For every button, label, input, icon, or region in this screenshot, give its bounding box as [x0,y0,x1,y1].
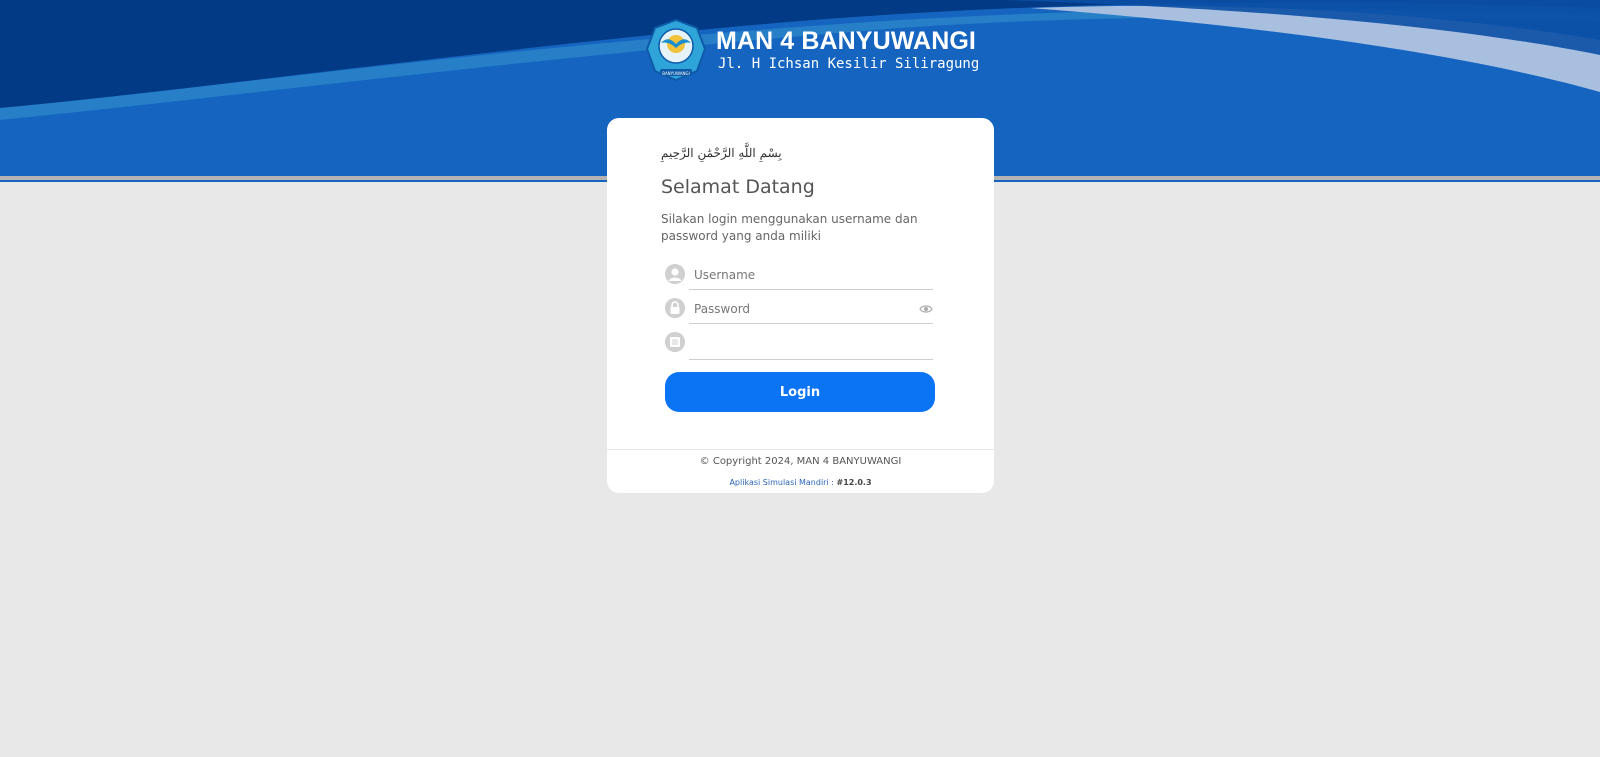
brand-header: BANYUWANGI MAN 4 BANYUWANGI Jl. H Ichsan… [646,18,979,82]
welcome-title: Selamat Datang [661,176,815,198]
login-card: بِسْمِ اللَّهِ الرَّحْمَٰنِ الرَّحِيمِ S… [607,118,994,493]
user-icon [665,264,685,284]
lock-icon [665,298,685,318]
login-button[interactable]: Login [665,372,935,412]
logo-text: BANYUWANGI [662,71,690,76]
list-icon [665,332,685,352]
school-logo: BANYUWANGI [646,19,706,81]
app-label: Aplikasi Simulasi Mandiri : [729,478,834,487]
extra-field [665,328,935,360]
school-address: Jl. H Ichsan Kesilir Siliragung [718,55,980,72]
version-number: #12.0.3 [836,478,872,487]
username-input[interactable] [689,260,933,290]
copyright-text: © Copyright 2024, MAN 4 BANYUWANGI [699,456,902,467]
extra-input[interactable] [689,328,933,360]
version-info: Aplikasi Simulasi Mandiri : #12.0.3 [607,478,994,487]
school-name: MAN 4 BANYUWANGI [716,26,976,55]
username-field [665,260,935,290]
card-divider [607,449,994,450]
password-field [665,294,935,324]
bismillah-text: بِسْمِ اللَّهِ الرَّحْمَٰنِ الرَّحِيمِ [661,146,782,160]
welcome-subtitle: Silakan login menggunakan username dan p… [661,212,918,243]
show-password-eye-icon[interactable] [919,302,933,316]
password-input[interactable] [689,294,933,324]
